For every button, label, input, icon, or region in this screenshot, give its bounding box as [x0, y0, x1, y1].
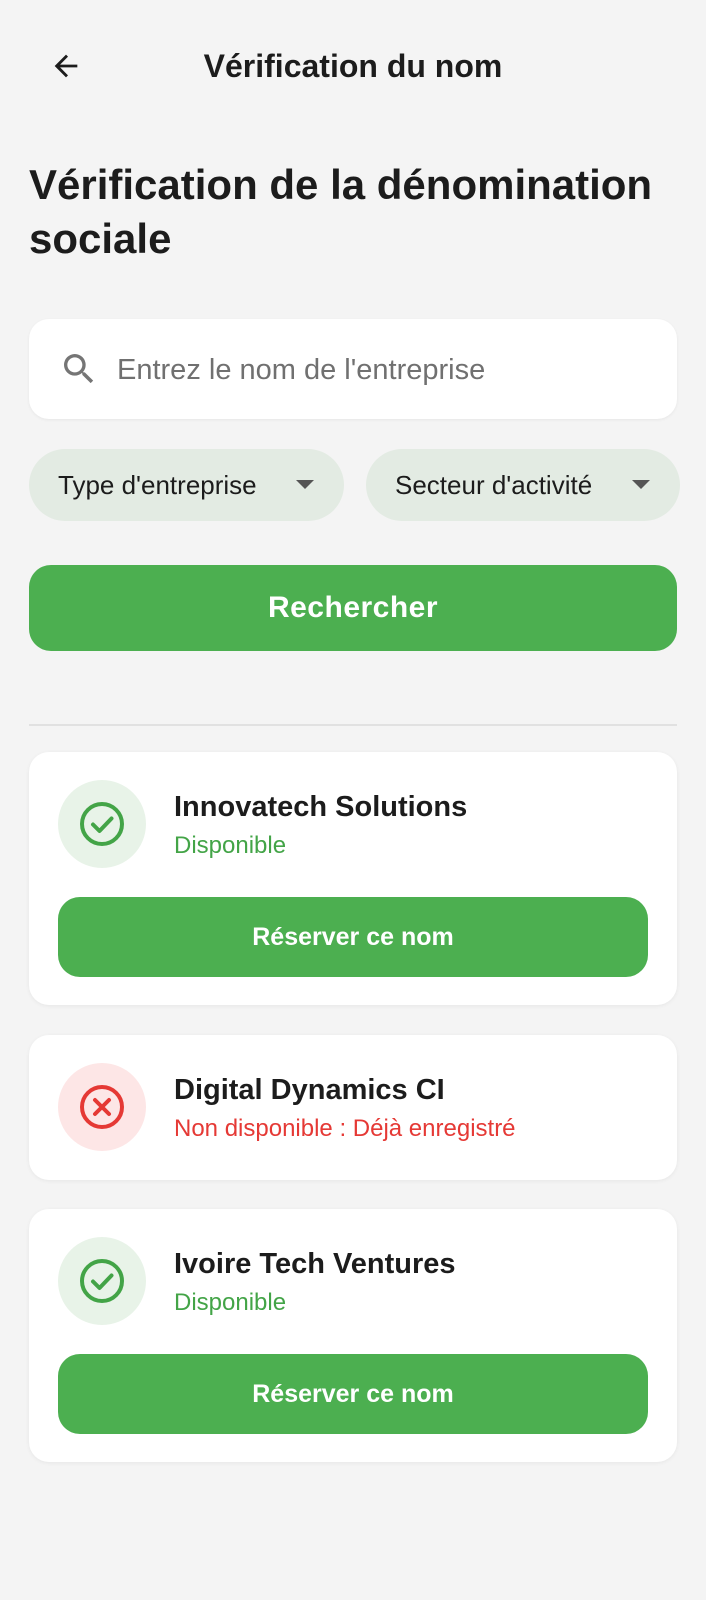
company-name: Digital Dynamics CI [174, 1074, 445, 1106]
x-circle-icon [80, 1085, 124, 1129]
search-box[interactable] [29, 319, 677, 419]
business-type-dropdown[interactable]: Type d'entreprise [29, 449, 344, 521]
availability-status: Disponible [174, 1289, 287, 1316]
app-bar: Vérification du nom [0, 0, 706, 130]
business-type-label: Type d'entreprise [58, 470, 257, 500]
result-card: Digital Dynamics CI Non disponible : Déj… [29, 1035, 677, 1180]
page-title: Vérification de la dénomination sociale [29, 161, 653, 262]
search-input[interactable] [115, 343, 659, 397]
availability-status: Non disponible : Déjà enregistré [174, 1115, 516, 1142]
result-card: Innovatech Solutions Disponible Réserver… [29, 752, 677, 1005]
status-indicator [58, 1063, 146, 1151]
search-icon [64, 354, 94, 384]
status-indicator [58, 780, 146, 868]
check-circle-icon [80, 802, 124, 846]
caret-down-icon [632, 480, 650, 489]
app-bar-title: Vérification du nom [203, 48, 503, 84]
status-indicator [58, 1237, 146, 1325]
check-circle-icon [80, 1259, 124, 1303]
activity-sector-dropdown[interactable]: Secteur d'activité [366, 449, 680, 521]
reserve-name-button[interactable]: Réserver ce nom [58, 897, 648, 977]
company-name: Innovatech Solutions [174, 791, 468, 823]
activity-sector-label: Secteur d'activité [395, 470, 593, 500]
caret-down-icon [296, 480, 314, 489]
search-button[interactable]: Rechercher [29, 565, 677, 651]
availability-status: Disponible [174, 832, 287, 859]
result-card: Ivoire Tech Ventures Disponible Réserver… [29, 1209, 677, 1462]
company-name: Ivoire Tech Ventures [174, 1248, 456, 1280]
reserve-name-button[interactable]: Réserver ce nom [58, 1354, 648, 1434]
divider [29, 724, 677, 726]
